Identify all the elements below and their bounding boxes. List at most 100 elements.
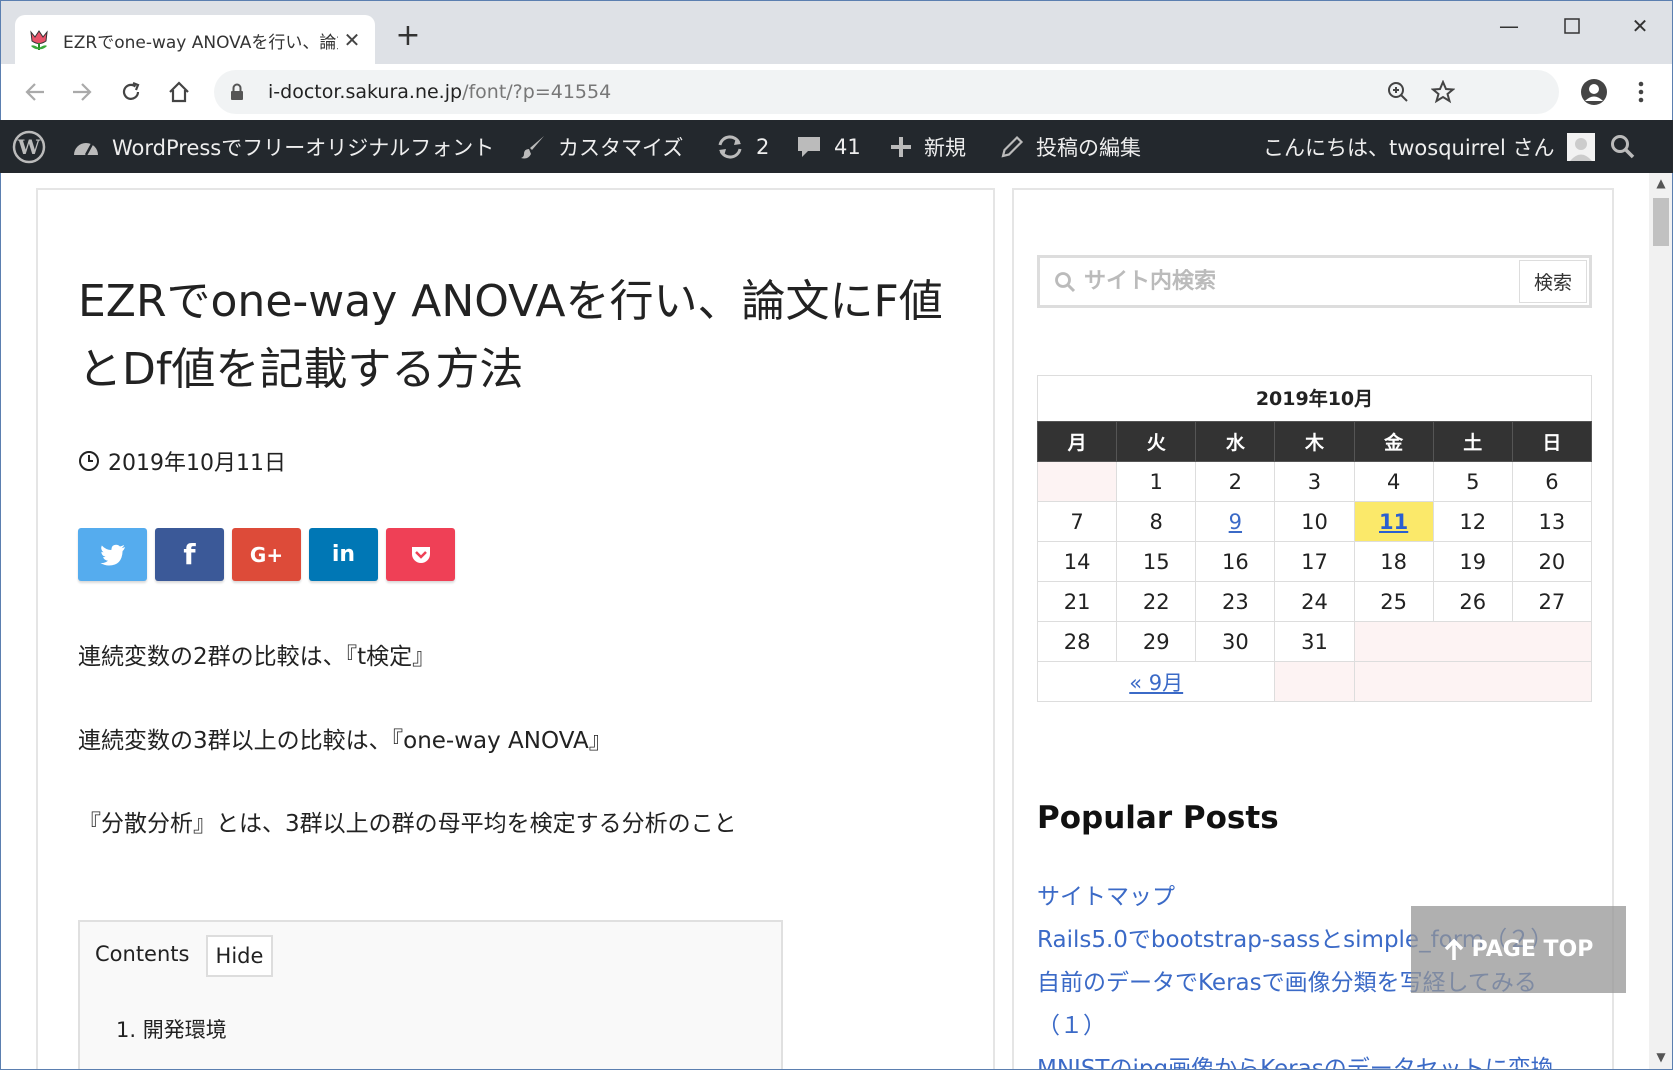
- maximize-icon[interactable]: [1547, 11, 1597, 41]
- address-bar[interactable]: i-doctor.sakura.ne.jp/font/?p=41554: [214, 70, 1559, 114]
- calendar-day: 28: [1036, 621, 1118, 662]
- calendar-weekday: 木: [1274, 421, 1355, 462]
- twitter-share-button[interactable]: [78, 528, 147, 581]
- admin-comments[interactable]: 41: [796, 120, 861, 173]
- admin-site-name[interactable]: WordPressでフリーオリジナルフォント: [72, 120, 494, 173]
- browser-toolbar: i-doctor.sakura.ne.jp/font/?p=41554: [0, 64, 1673, 120]
- scroll-up-arrow-icon[interactable]: ▲: [1653, 175, 1669, 191]
- popular-post-link[interactable]: サイトマップ: [1037, 877, 1175, 911]
- calendar-pad: [1274, 661, 1355, 702]
- admin-customize[interactable]: カスタマイズ: [520, 120, 683, 173]
- tab-title: EZRでone-way ANOVAを行い、論文にF値とDf値を記載する方法: [63, 32, 338, 53]
- forward-arrow-icon[interactable]: [64, 74, 100, 110]
- pencil-icon: [1000, 135, 1024, 159]
- facebook-icon: f: [183, 538, 196, 571]
- admin-search-icon[interactable]: [1610, 120, 1636, 173]
- calendar-pad: [1353, 661, 1593, 702]
- calendar-day: 24: [1274, 581, 1355, 622]
- calendar-prev-month-link[interactable]: « 9月: [1036, 661, 1276, 702]
- share-buttons: f G+ in: [78, 528, 455, 581]
- calendar-weekday: 金: [1353, 421, 1434, 462]
- admin-updates[interactable]: 2: [716, 120, 769, 173]
- calendar-weekday: 日: [1511, 421, 1593, 462]
- calendar-day: 15: [1116, 541, 1197, 582]
- tulip-favicon-icon: [27, 28, 51, 52]
- toc-hide-button[interactable]: Hide: [206, 935, 273, 977]
- calendar-day-link[interactable]: 9: [1195, 501, 1276, 542]
- lock-icon: [230, 83, 252, 101]
- site-search: 検索: [1037, 255, 1592, 308]
- calendar-day: 3: [1274, 461, 1355, 502]
- scroll-down-arrow-icon[interactable]: ▼: [1653, 1049, 1669, 1065]
- window-close-icon[interactable]: ✕: [1615, 11, 1665, 41]
- toc-title: Contents: [95, 942, 190, 966]
- pocket-icon: [411, 546, 430, 563]
- calendar-day: 6: [1511, 461, 1593, 502]
- calendar-day: 31: [1274, 621, 1355, 662]
- post-paragraph: 連続変数の3群以上の比較は、『one-way ANOVA』: [78, 728, 612, 754]
- post-title: EZRでone-way ANOVAを行い、論文にF値とDf値を記載する方法: [78, 276, 943, 395]
- popular-post-link[interactable]: （１）: [1037, 1006, 1106, 1040]
- dashboard-gauge-icon: [72, 135, 100, 159]
- linkedin-share-button[interactable]: in: [309, 528, 378, 581]
- calendar-day: 30: [1195, 621, 1276, 662]
- zoom-icon[interactable]: [1384, 78, 1412, 106]
- calendar-day: 1: [1116, 461, 1197, 502]
- url-text: i-doctor.sakura.ne.jp/font/?p=41554: [268, 81, 612, 103]
- arrow-up-icon: [1444, 938, 1464, 961]
- toc-item[interactable]: 1. 開発環境: [116, 1014, 227, 1044]
- minimize-icon[interactable]: —: [1484, 11, 1534, 41]
- scroll-thumb[interactable]: [1653, 198, 1669, 246]
- admin-edit-post[interactable]: 投稿の編集: [1000, 120, 1141, 173]
- calendar-day: 29: [1116, 621, 1197, 662]
- googleplus-share-button[interactable]: G+: [232, 528, 301, 581]
- calendar-day: 23: [1195, 581, 1276, 622]
- calendar-day-today[interactable]: 11: [1353, 501, 1434, 542]
- home-icon[interactable]: [161, 74, 197, 110]
- wp-admin-bar: W WordPressでフリーオリジナルフォント カスタマイズ 2 41 新規: [0, 120, 1673, 173]
- calendar-day: 22: [1116, 581, 1197, 622]
- popular-post-link[interactable]: MNISTのjpg画像からKerasのデータセットに変換: [1037, 1049, 1554, 1069]
- calendar-day: 10: [1274, 501, 1355, 542]
- page-viewport: EZRでone-way ANOVAを行い、論文にF値とDf値を記載する方法 20…: [0, 173, 1673, 1070]
- calendar-weekday: 火: [1116, 421, 1197, 462]
- calendar-day: 14: [1036, 541, 1118, 582]
- comment-bubble-icon: [796, 134, 822, 160]
- calendar-weekday: 土: [1432, 421, 1513, 462]
- calendar-weekday: 月: [1036, 421, 1118, 462]
- tab-close-icon[interactable]: ✕: [341, 28, 363, 52]
- menu-kebab-icon[interactable]: [1623, 74, 1659, 110]
- post-paragraph: 連続変数の2群の比較は、『t検定』: [78, 644, 436, 670]
- calendar-day: 7: [1036, 501, 1118, 542]
- back-arrow-icon[interactable]: [17, 74, 53, 110]
- calendar: 2019年10月 月 火 水 木 金 土 日 1 2 3 4 5 6 7 8 9…: [1036, 375, 1593, 702]
- admin-new[interactable]: 新規: [890, 120, 966, 173]
- reload-icon[interactable]: [113, 74, 149, 110]
- search-input[interactable]: [1084, 269, 1514, 294]
- calendar-day: 8: [1116, 501, 1197, 542]
- profile-avatar-icon[interactable]: [1576, 74, 1612, 110]
- calendar-day: 12: [1432, 501, 1513, 542]
- calendar-day: 27: [1511, 581, 1593, 622]
- wordpress-logo-icon[interactable]: W: [12, 120, 46, 173]
- page-top-button[interactable]: PAGE TOP: [1411, 906, 1626, 993]
- popular-posts-title: Popular Posts: [1037, 800, 1279, 836]
- calendar-day: 5: [1432, 461, 1513, 502]
- linkedin-icon: in: [331, 542, 356, 567]
- new-tab-icon[interactable]: +: [393, 21, 423, 51]
- paintbrush-icon: [520, 134, 546, 160]
- search-button[interactable]: 検索: [1519, 260, 1587, 303]
- calendar-day: 4: [1353, 461, 1434, 502]
- admin-account[interactable]: こんにちは、twosquirrel さん: [1263, 120, 1595, 173]
- calendar-weekday: 水: [1195, 421, 1276, 462]
- page-scrollbar[interactable]: ▲ ▼: [1649, 173, 1672, 1069]
- clock-icon: [78, 450, 100, 472]
- pocket-share-button[interactable]: [386, 528, 455, 581]
- calendar-day: 20: [1511, 541, 1593, 582]
- post-date: 2019年10月11日: [78, 445, 286, 477]
- calendar-day: 26: [1432, 581, 1513, 622]
- main-article: EZRでone-way ANOVAを行い、論文にF値とDf値を記載する方法 20…: [36, 188, 995, 1069]
- browser-tab[interactable]: EZRでone-way ANOVAを行い、論文にF値とDf値を記載する方法 ✕: [15, 15, 375, 65]
- bookmark-star-icon[interactable]: [1429, 78, 1457, 106]
- facebook-share-button[interactable]: f: [155, 528, 224, 581]
